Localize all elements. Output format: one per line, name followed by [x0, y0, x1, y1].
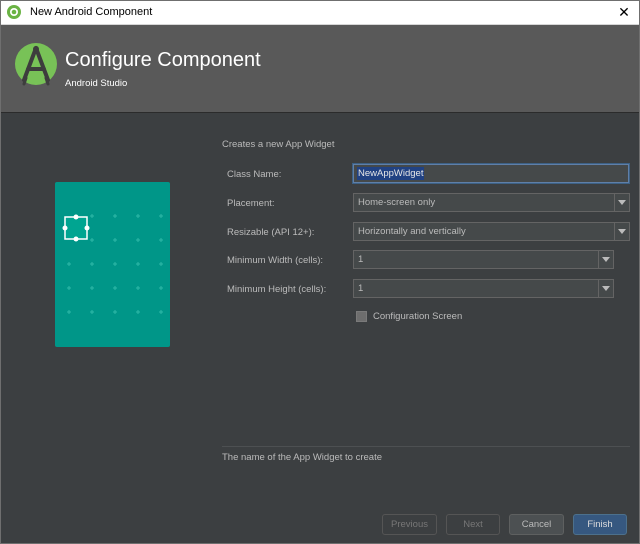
- class-name-input[interactable]: NewAppWidget: [353, 164, 629, 183]
- min-width-label: Minimum Width (cells):: [227, 255, 324, 266]
- window-title-bar: New Android Component ✕: [0, 0, 640, 25]
- page-subtitle: Android Studio: [65, 78, 128, 89]
- divider: [222, 446, 630, 447]
- class-name-label: Class Name:: [227, 169, 282, 180]
- chevron-down-icon[interactable]: [598, 280, 613, 297]
- finish-button[interactable]: Finish: [573, 514, 627, 535]
- window-title: New Android Component: [30, 6, 153, 18]
- previous-button[interactable]: Previous: [382, 514, 437, 535]
- resizable-label: Resizable (API 12+):: [227, 227, 315, 238]
- page-title: Configure Component: [65, 49, 261, 71]
- resizable-select[interactable]: Horizontally and vertically: [353, 222, 630, 241]
- configuration-screen-option[interactable]: Configuration Screen: [356, 311, 462, 322]
- min-width-select[interactable]: 1: [353, 250, 614, 269]
- min-height-value: 1: [358, 283, 364, 294]
- class-name-value: NewAppWidget: [357, 167, 425, 180]
- min-width-value: 1: [358, 254, 364, 265]
- configuration-screen-checkbox[interactable]: [356, 311, 367, 322]
- android-studio-logo-icon: [15, 43, 57, 86]
- next-button[interactable]: Next: [446, 514, 500, 535]
- min-height-select[interactable]: 1: [353, 279, 614, 298]
- placement-value: Home-screen only: [358, 197, 436, 208]
- chevron-down-icon[interactable]: [614, 194, 629, 211]
- chevron-down-icon[interactable]: [614, 223, 629, 240]
- help-text: The name of the App Widget to create: [222, 452, 383, 463]
- resizable-value: Horizontally and vertically: [358, 226, 466, 237]
- cancel-button[interactable]: Cancel: [509, 514, 564, 535]
- wizard-header: Configure Component Android Studio: [0, 25, 640, 113]
- configuration-screen-label: Configuration Screen: [373, 311, 463, 322]
- placement-label: Placement:: [227, 198, 275, 209]
- widget-preview: [55, 182, 170, 347]
- close-icon[interactable]: ✕: [608, 0, 640, 25]
- chevron-down-icon[interactable]: [598, 251, 613, 268]
- android-studio-icon: [7, 5, 21, 19]
- min-height-label: Minimum Height (cells):: [227, 284, 327, 295]
- placement-select[interactable]: Home-screen only: [353, 193, 630, 212]
- section-title: Creates a new App Widget: [222, 139, 335, 150]
- widget-grid-preview-icon: [62, 214, 163, 314]
